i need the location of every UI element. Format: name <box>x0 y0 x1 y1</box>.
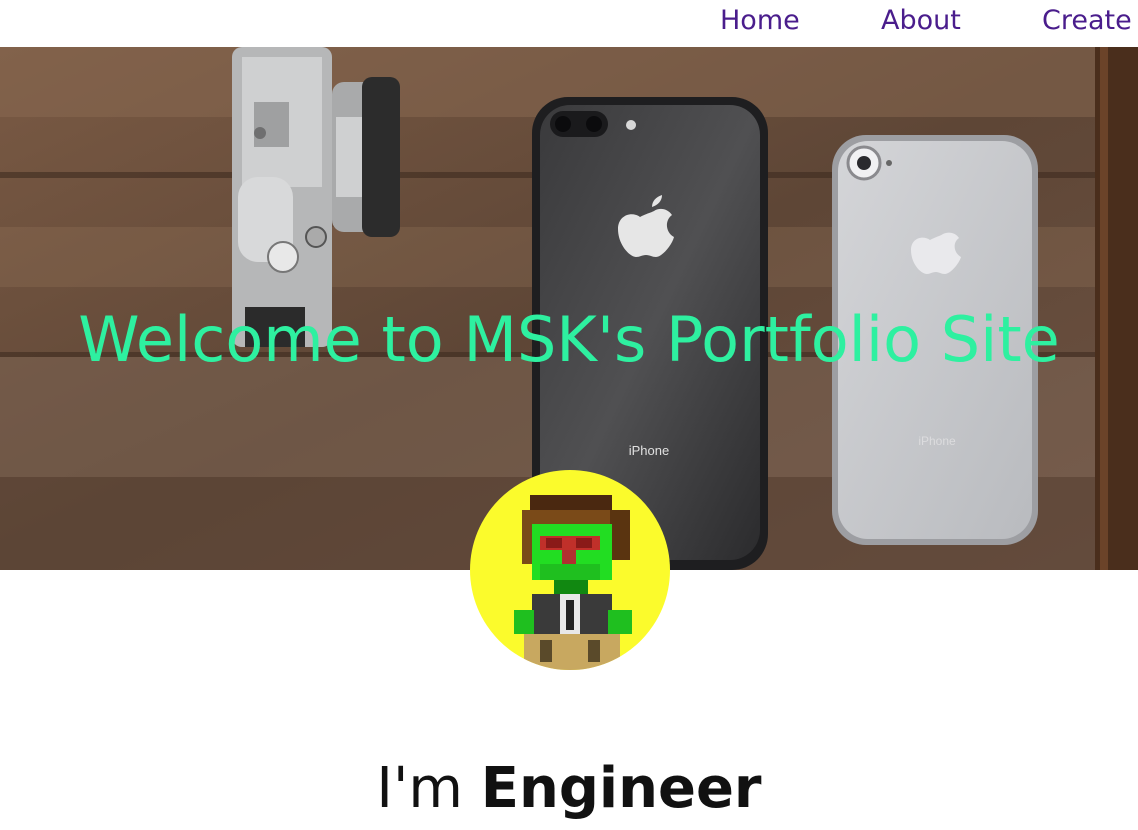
phone-brand-left: iPhone <box>629 443 669 458</box>
nav-home-link[interactable]: Home <box>720 4 800 38</box>
profile-avatar <box>470 470 670 670</box>
intro-prefix: I'm <box>376 756 463 821</box>
top-nav: Home About Create <box>0 0 1138 47</box>
pixel-character-image <box>514 495 632 670</box>
hero-title: Welcome to MSK's Portfolio Site <box>78 303 1060 376</box>
nav-create-link[interactable]: Create <box>1042 4 1132 38</box>
nav-about-link[interactable]: About <box>881 4 961 38</box>
phone-brand-right: iPhone <box>918 434 956 448</box>
intro-heading: I'm Engineer <box>0 752 1138 826</box>
intro-role: Engineer <box>480 756 762 821</box>
